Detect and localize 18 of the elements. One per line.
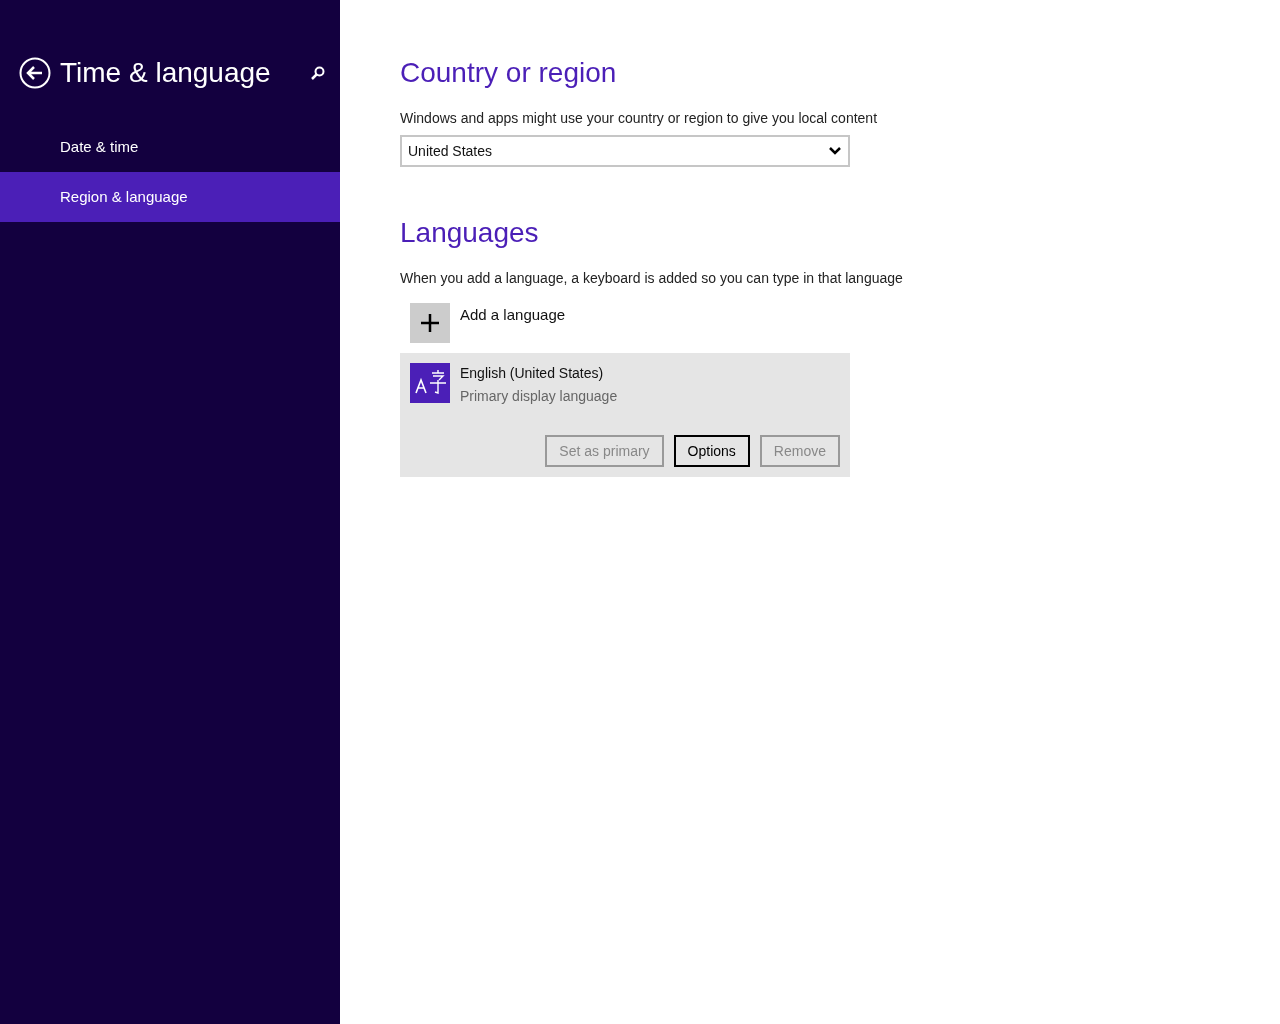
language-name: English (United States)	[460, 364, 605, 383]
chevron-down-icon	[828, 146, 842, 156]
back-icon[interactable]	[19, 57, 51, 89]
section-heading: Country or region	[400, 56, 618, 90]
language-subtitle: Primary display language	[460, 387, 618, 406]
plus-icon	[420, 313, 440, 333]
sidebar-item[interactable]: Date & time	[0, 122, 340, 172]
search-icon[interactable]	[310, 65, 326, 81]
language-icon	[410, 363, 450, 403]
sidebar-title: Time & language	[60, 56, 272, 90]
section-description: Windows and apps might use your country or region to give you local content	[400, 109, 879, 128]
sidebar-item[interactable]: Region & language	[0, 172, 340, 222]
language-action-button[interactable]: Options	[673, 435, 750, 467]
section-description: When you add a language, a keyboard is added so you can type in that language	[400, 269, 904, 288]
add-language-label[interactable]: Add a language	[460, 304, 566, 327]
country-dropdown[interactable]: United States	[400, 135, 850, 167]
section-heading: Languages	[400, 216, 540, 250]
add-language-button[interactable]	[410, 303, 450, 343]
